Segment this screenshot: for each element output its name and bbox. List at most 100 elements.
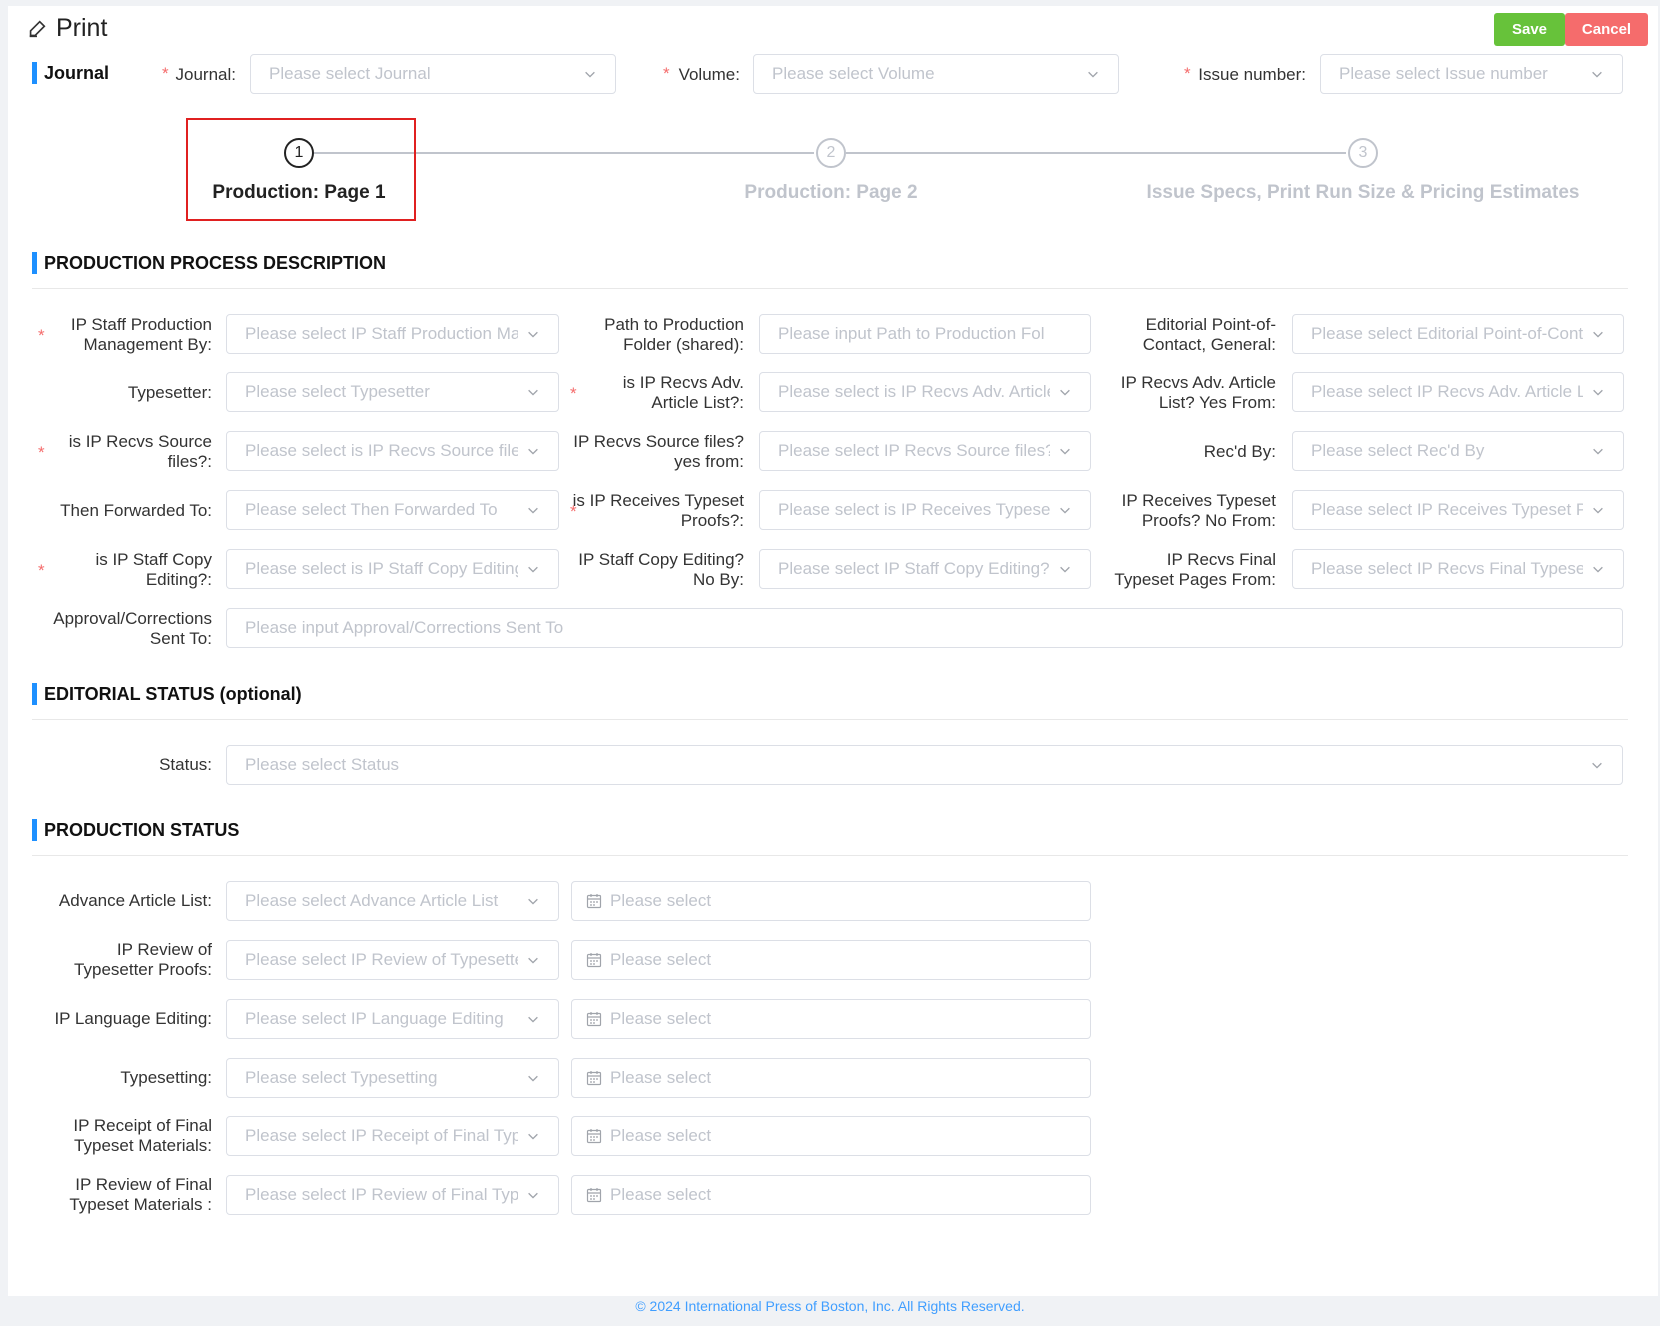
- chevron-down-icon: [1060, 448, 1070, 455]
- volume-label: Volume:: [678, 65, 740, 84]
- status-select[interactable]: Please select IP Review of Typesette: [226, 940, 559, 980]
- chevron-down-icon: [1060, 389, 1070, 396]
- select-dropdown[interactable]: Please select is IP Staff Copy Editing: [226, 549, 559, 589]
- chevron-down-icon: [528, 898, 538, 905]
- divider: [32, 719, 1628, 720]
- status-select[interactable]: Please select IP Receipt of Final Typ: [226, 1116, 559, 1156]
- step-3-label[interactable]: Issue Specs, Print Run Size & Pricing Es…: [1147, 182, 1580, 204]
- field-label: IP Recvs Final Typeset Pages From:: [1114, 550, 1276, 589]
- step-connector: [846, 152, 1346, 154]
- field-label: is IP Recvs Source files?:: [68, 432, 212, 471]
- journal-section-heading: Journal: [32, 62, 109, 84]
- status-row-label: Typesetting:: [120, 1068, 212, 1087]
- date-picker[interactable]: Please select: [571, 881, 1091, 921]
- page-title: Print: [26, 14, 107, 43]
- chevron-down-icon: [585, 71, 595, 78]
- calendar-icon: [586, 1012, 602, 1027]
- field-label: IP Recvs Adv. Article List? Yes From:: [1120, 373, 1276, 412]
- status-select[interactable]: Please select IP Review of Final Type: [226, 1175, 559, 1215]
- step-2-label[interactable]: Production: Page 2: [744, 182, 917, 204]
- issue-number-select[interactable]: Please select Issue number: [1320, 54, 1623, 94]
- select-dropdown[interactable]: Please select IP Recvs Source files? y: [759, 431, 1091, 471]
- date-picker[interactable]: Please select: [571, 1175, 1091, 1215]
- date-picker[interactable]: Please select: [571, 1058, 1091, 1098]
- edit-icon: [29, 19, 46, 37]
- cancel-button[interactable]: Cancel: [1565, 13, 1648, 46]
- chevron-down-icon: [528, 1133, 538, 1140]
- journal-label: Journal:: [175, 65, 236, 84]
- select-dropdown[interactable]: Please select is IP Recvs Source files: [226, 431, 559, 471]
- step-3-circle[interactable]: 3: [1348, 138, 1378, 168]
- chevron-down-icon: [1593, 507, 1603, 514]
- required-mark: *: [38, 561, 45, 580]
- text-input[interactable]: Please input Path to Production Fol: [759, 314, 1091, 354]
- date-picker[interactable]: Please select: [571, 1116, 1091, 1156]
- journal-select[interactable]: Please select Journal: [250, 54, 616, 94]
- chevron-down-icon: [1593, 389, 1603, 396]
- date-picker[interactable]: Please select: [571, 940, 1091, 980]
- chevron-down-icon: [528, 331, 538, 338]
- page-title-text: Print: [56, 14, 108, 42]
- chevron-down-icon: [528, 1192, 538, 1199]
- select-dropdown[interactable]: Please select is IP Receives Typeset I: [759, 490, 1091, 530]
- select-dropdown[interactable]: Please select IP Recvs Final Typeset: [1292, 549, 1624, 589]
- save-button[interactable]: Save: [1494, 13, 1565, 46]
- chevron-down-icon: [1592, 762, 1602, 769]
- field-label: IP Staff Copy Editing? No By:: [578, 550, 744, 589]
- chevron-down-icon: [528, 1016, 538, 1023]
- required-mark: *: [162, 64, 169, 83]
- status-select[interactable]: Please select Advance Article List: [226, 881, 559, 921]
- select-dropdown[interactable]: Please select IP Receives Typeset Pro: [1292, 490, 1624, 530]
- field-label: Approval/Corrections Sent To:: [53, 609, 212, 648]
- field-label: is IP Staff Copy Editing?:: [95, 550, 212, 589]
- select-dropdown[interactable]: Please select IP Staff Production Ma: [226, 314, 559, 354]
- chevron-down-icon: [528, 566, 538, 573]
- required-mark: *: [570, 502, 577, 521]
- chevron-down-icon: [1060, 566, 1070, 573]
- field-label: Path to Production Folder (shared):: [604, 315, 744, 354]
- chevron-down-icon: [528, 957, 538, 964]
- status-select[interactable]: Please select Status: [226, 745, 1623, 785]
- required-mark: *: [1184, 64, 1191, 83]
- calendar-icon: [586, 953, 602, 968]
- footer-copyright: © 2024 International Press of Boston, In…: [635, 1298, 1025, 1314]
- field-label: IP Receives Typeset Proofs? No From:: [1121, 491, 1276, 530]
- chevron-down-icon: [1593, 331, 1603, 338]
- divider: [32, 855, 1628, 856]
- status-row-label: IP Review of Typesetter Proofs:: [74, 940, 212, 979]
- issue-number-label: Issue number:: [1198, 65, 1306, 84]
- volume-select[interactable]: Please select Volume: [753, 54, 1119, 94]
- status-row-label: IP Language Editing:: [54, 1009, 212, 1028]
- status-select[interactable]: Please select Typesetting: [226, 1058, 559, 1098]
- select-dropdown[interactable]: Please select is IP Recvs Adv. Article: [759, 372, 1091, 412]
- field-label: IP Recvs Source files? yes from:: [573, 432, 744, 471]
- text-input[interactable]: Please input Approval/Corrections Sent T…: [226, 608, 1623, 648]
- chevron-down-icon: [528, 1075, 538, 1082]
- status-select[interactable]: Please select IP Language Editing: [226, 999, 559, 1039]
- chevron-down-icon: [1060, 507, 1070, 514]
- chevron-down-icon: [528, 507, 538, 514]
- field-label: Rec'd By:: [1203, 442, 1276, 461]
- select-dropdown[interactable]: Please select Rec'd By: [1292, 431, 1624, 471]
- calendar-icon: [586, 1071, 602, 1086]
- chevron-down-icon: [1593, 566, 1603, 573]
- field-label: IP Staff Production Management By:: [70, 315, 212, 354]
- required-mark: *: [570, 384, 577, 403]
- required-mark: *: [663, 64, 670, 83]
- status-label: Status:: [159, 755, 212, 774]
- date-picker[interactable]: Please select: [571, 999, 1091, 1039]
- divider: [32, 288, 1628, 289]
- field-label: is IP Recvs Adv. Article List?:: [622, 373, 744, 412]
- select-dropdown[interactable]: Please select Then Forwarded To: [226, 490, 559, 530]
- select-dropdown[interactable]: Please select Editorial Point-of-Cont: [1292, 314, 1624, 354]
- step-2-circle[interactable]: 2: [816, 138, 846, 168]
- select-dropdown[interactable]: Please select IP Staff Copy Editing?: [759, 549, 1091, 589]
- chevron-down-icon: [528, 389, 538, 396]
- status-row-label: IP Review of Final Typeset Materials :: [69, 1175, 212, 1214]
- select-dropdown[interactable]: Please select IP Recvs Adv. Article Li: [1292, 372, 1624, 412]
- production-process-heading: PRODUCTION PROCESS DESCRIPTION: [32, 252, 386, 274]
- field-label: Editorial Point-of-Contact, General:: [1142, 315, 1276, 354]
- status-row-label: IP Receipt of Final Typeset Materials:: [73, 1116, 212, 1155]
- chevron-down-icon: [528, 448, 538, 455]
- select-dropdown[interactable]: Please select Typesetter: [226, 372, 559, 412]
